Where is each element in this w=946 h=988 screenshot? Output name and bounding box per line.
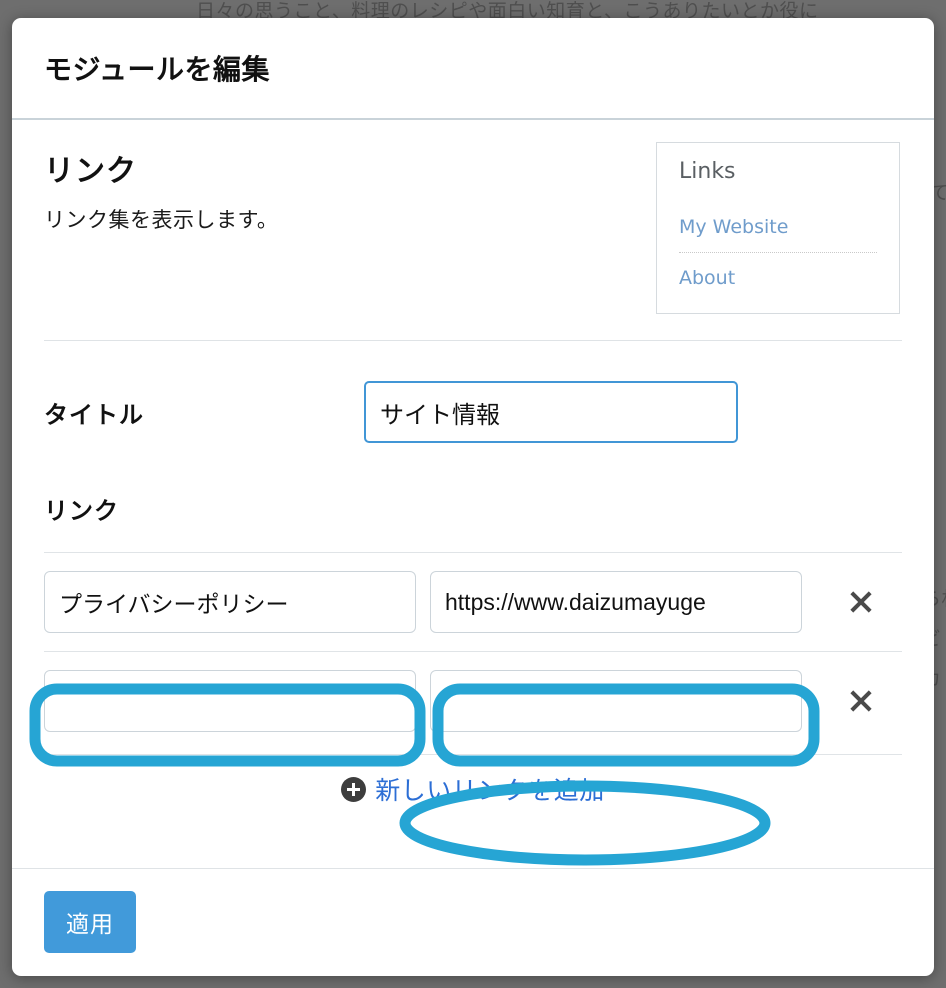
dialog-header: モジュールを編集: [12, 18, 934, 120]
module-info-text: リンク リンク集を表示します。: [44, 142, 278, 234]
dialog-body: リンク リンク集を表示します。 Links My Website About タ…: [12, 120, 934, 868]
title-input[interactable]: [364, 381, 738, 443]
edit-module-dialog: モジュールを編集 リンク リンク集を表示します。 Links My Websit…: [12, 18, 934, 976]
link-name-input[interactable]: [44, 571, 416, 633]
title-field-label: タイトル: [44, 401, 144, 429]
remove-link-icon[interactable]: [846, 686, 876, 716]
preview-heading: Links: [679, 159, 736, 184]
preview-link-item: My Website: [679, 216, 789, 238]
dialog-footer: 適用: [12, 868, 934, 976]
add-link-row: 新しいリンクを追加: [44, 754, 902, 821]
link-url-input[interactable]: [430, 670, 802, 732]
link-name-input[interactable]: [44, 670, 416, 732]
table-row: [44, 552, 902, 651]
links-section-label: リンク: [44, 498, 119, 525]
table-row: [44, 651, 902, 750]
dialog-title: モジュールを編集: [44, 54, 271, 85]
link-url-input[interactable]: [430, 571, 802, 633]
apply-button[interactable]: 適用: [44, 891, 136, 953]
add-new-link-label: 新しいリンクを追加: [375, 777, 605, 805]
module-info-section: リンク リンク集を表示します。 Links My Website About: [44, 142, 902, 341]
module-name: リンク: [44, 155, 137, 188]
module-preview-card: Links My Website About: [656, 142, 900, 314]
plus-circle-icon: [341, 776, 367, 802]
title-field-row: タイトル: [44, 381, 902, 443]
preview-link-item: About: [679, 252, 877, 303]
add-new-link-button[interactable]: 新しいリンクを追加: [341, 771, 605, 807]
remove-link-icon[interactable]: [846, 587, 876, 617]
module-description: リンク集を表示します。: [44, 209, 279, 232]
